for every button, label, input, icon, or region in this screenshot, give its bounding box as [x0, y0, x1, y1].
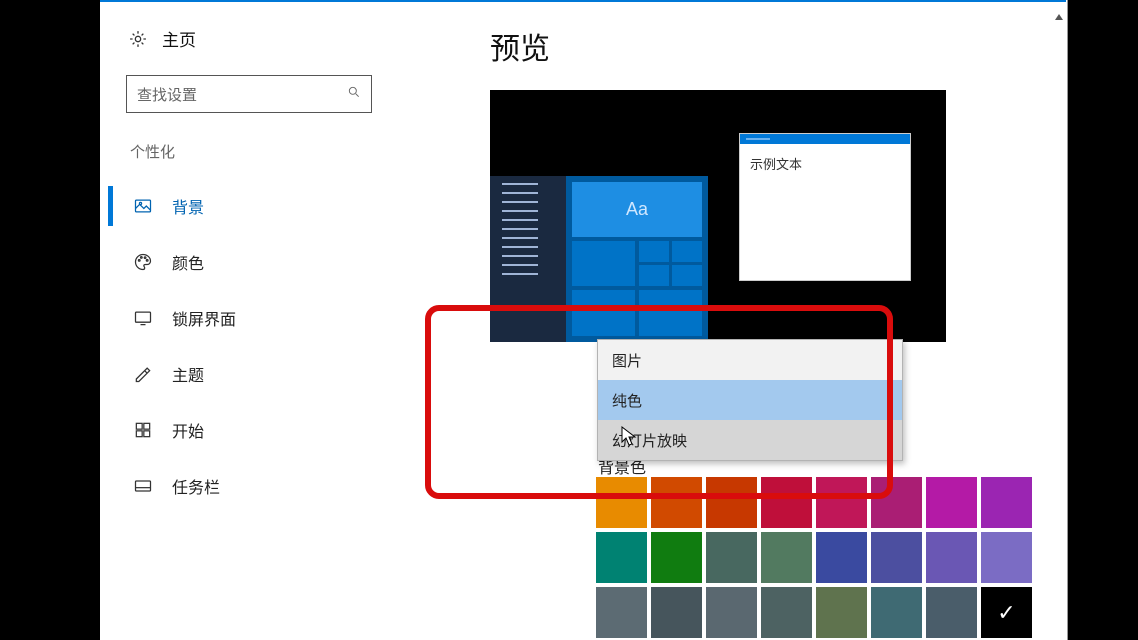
background-icon: [132, 195, 154, 217]
scroll-up-arrow[interactable]: [1052, 10, 1066, 24]
color-swatch[interactable]: [816, 587, 867, 638]
colors-icon: [132, 251, 154, 273]
color-swatch[interactable]: [871, 587, 922, 638]
color-swatch[interactable]: [761, 477, 812, 528]
check-icon: ✓: [981, 587, 1032, 638]
window-accent-strip: [100, 0, 1068, 2]
home-label: 主页: [162, 26, 196, 51]
search-placeholder: 查找设置: [137, 84, 347, 105]
sidebar-item-start[interactable]: 开始: [100, 406, 390, 454]
search-icon: [347, 85, 361, 103]
color-swatch[interactable]: [981, 477, 1032, 528]
color-swatch[interactable]: [596, 477, 647, 528]
dropdown-option-slideshow[interactable]: 幻灯片放映: [598, 420, 902, 460]
sidebar-item-label: 任务栏: [172, 474, 220, 498]
preview-heading: 预览: [490, 24, 1030, 68]
color-swatch[interactable]: [871, 477, 922, 528]
lockscreen-icon: [132, 307, 154, 329]
color-swatch[interactable]: [926, 532, 977, 583]
sidebar-item-colors[interactable]: 颜色: [100, 238, 390, 286]
color-swatch[interactable]: [706, 477, 757, 528]
color-swatch[interactable]: [871, 532, 922, 583]
color-swatch[interactable]: [761, 532, 812, 583]
section-label: 个性化: [100, 137, 390, 182]
color-swatch[interactable]: ✓: [981, 587, 1032, 638]
color-swatch-grid: ✓: [596, 477, 1032, 638]
color-swatch[interactable]: [981, 532, 1032, 583]
sidebar-item-taskbar[interactable]: 任务栏: [100, 462, 390, 510]
color-swatch[interactable]: [761, 587, 812, 638]
taskbar-icon: [132, 475, 154, 497]
preview-start-menu: Aa: [566, 176, 708, 342]
sidebar: 主页 查找设置 个性化 背景颜色锁屏界面主题开始任务栏: [100, 18, 390, 518]
color-swatch[interactable]: [651, 477, 702, 528]
color-swatch[interactable]: [926, 477, 977, 528]
color-swatch[interactable]: [651, 587, 702, 638]
sidebar-item-label: 颜色: [172, 250, 204, 274]
color-swatch[interactable]: [926, 587, 977, 638]
search-input[interactable]: 查找设置: [126, 75, 372, 113]
desktop-preview: Aa 示例文本: [490, 90, 946, 342]
start-icon: [132, 419, 154, 441]
settings-window: 主页 查找设置 个性化 背景颜色锁屏界面主题开始任务栏 预览: [100, 0, 1068, 640]
background-type-dropdown[interactable]: 图片纯色幻灯片放映: [597, 339, 903, 461]
screen: 主页 查找设置 个性化 背景颜色锁屏界面主题开始任务栏 预览: [0, 0, 1138, 640]
sidebar-item-themes[interactable]: 主题: [100, 350, 390, 398]
sidebar-item-label: 主题: [172, 362, 204, 386]
preview-window-titlebar: [740, 134, 910, 144]
preview-sample-tile: Aa: [572, 182, 702, 237]
window-right-edge: [1066, 0, 1068, 640]
sidebar-item-label: 背景: [172, 194, 204, 218]
gear-icon: [128, 29, 148, 49]
color-swatch[interactable]: [816, 532, 867, 583]
color-swatch[interactable]: [706, 587, 757, 638]
color-swatch[interactable]: [596, 587, 647, 638]
color-swatch[interactable]: [596, 532, 647, 583]
content-area: 预览 Aa 示例文本: [490, 24, 1030, 342]
themes-icon: [132, 363, 154, 385]
preview-window-text: 示例文本: [740, 144, 910, 183]
scrollbar[interactable]: [1052, 10, 1066, 630]
color-swatch[interactable]: [816, 477, 867, 528]
color-swatch[interactable]: [706, 532, 757, 583]
dropdown-option-solid[interactable]: 纯色: [598, 380, 902, 420]
preview-sample-window: 示例文本: [740, 134, 910, 280]
sidebar-item-lockscreen[interactable]: 锁屏界面: [100, 294, 390, 342]
home-link[interactable]: 主页: [100, 18, 390, 59]
sidebar-item-background[interactable]: 背景: [100, 182, 390, 230]
sidebar-item-label: 锁屏界面: [172, 306, 236, 330]
preview-taskbar: [490, 176, 566, 342]
dropdown-option-picture[interactable]: 图片: [598, 340, 902, 380]
sidebar-item-label: 开始: [172, 418, 204, 442]
color-swatch[interactable]: [651, 532, 702, 583]
